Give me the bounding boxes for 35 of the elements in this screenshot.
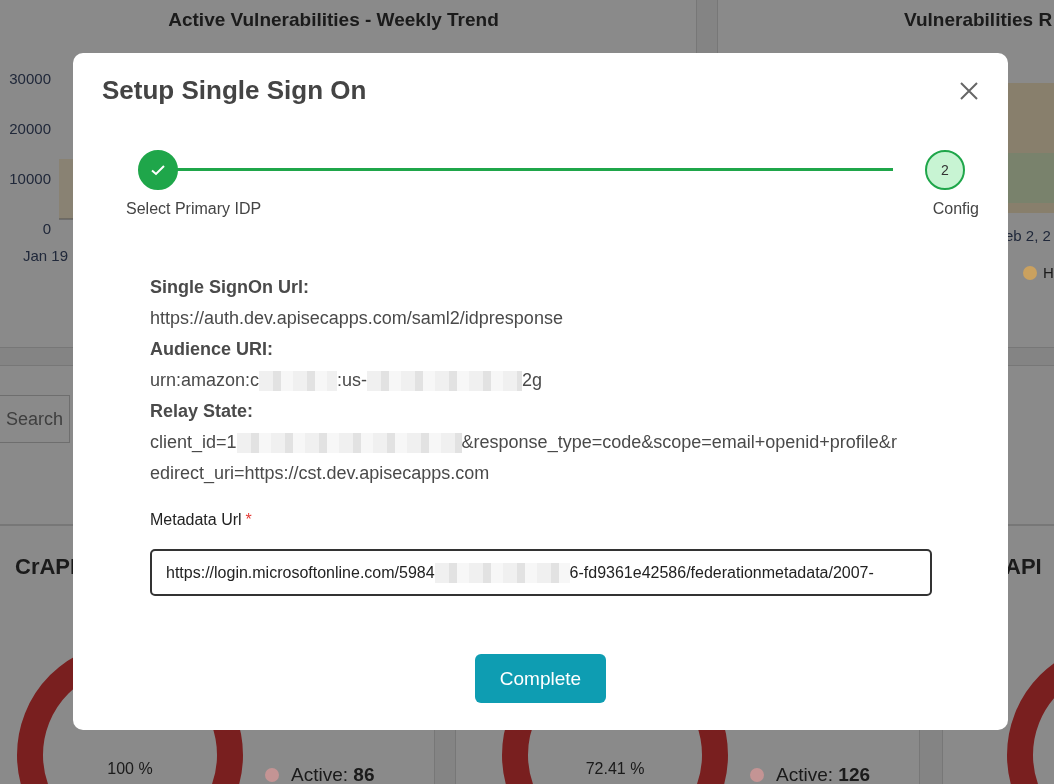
field-label: Audience URI: bbox=[150, 338, 274, 361]
value-text: https://auth.dev.apisecapps.com/saml2/idpresponse bbox=[150, 308, 563, 328]
legend-label: Active: 126 bbox=[776, 764, 870, 784]
card-title: Vulnerabilities R bbox=[904, 8, 1053, 31]
axis-tick-label: 30000 bbox=[9, 69, 51, 89]
value-text: urn:amazon:c bbox=[150, 370, 260, 390]
close-icon bbox=[959, 80, 979, 101]
value-text: client_id=1 bbox=[150, 432, 237, 452]
field-label: Metadata Url bbox=[150, 511, 242, 529]
axis-tick-label: 10000 bbox=[9, 169, 51, 189]
check-icon bbox=[150, 162, 166, 178]
axis-tick-label: 20000 bbox=[9, 119, 51, 139]
legend-label: H bbox=[1043, 264, 1054, 281]
step-number: 2 bbox=[941, 162, 949, 178]
card-title: Active Vulnerabilities - Weekly Trend bbox=[168, 8, 499, 31]
field-label: Relay State: bbox=[150, 400, 255, 423]
percent-label: 72.41 % bbox=[584, 760, 646, 778]
value-text: https://login.microsoftonline.com/5984 bbox=[166, 563, 435, 582]
search-field[interactable]: Search bbox=[0, 395, 70, 443]
value-text: 6-fd9361e42586/federationmetadata/2007- bbox=[569, 563, 874, 582]
value-text: 2g bbox=[522, 370, 543, 390]
required-mark: * bbox=[245, 511, 252, 529]
card-title: API bbox=[1005, 554, 1042, 580]
value-text: &response_type=code&scope=email+openid+profile&r bbox=[461, 432, 897, 452]
percent-label: 100 % bbox=[106, 760, 154, 778]
step-label: Select Primary IDP bbox=[126, 200, 262, 218]
axis-tick-label: Jan 19 bbox=[23, 247, 69, 264]
metadata-url-field[interactable]: https://login.microsoftonline.com/5984 6-fd9361e42586/federationmetadata/2007- bbox=[150, 549, 932, 596]
step-label: Config bbox=[932, 200, 979, 218]
field-label: Single SignOn Url: bbox=[150, 276, 310, 299]
dialog-title: Setup Single Sign On bbox=[102, 75, 367, 106]
value-text: edirect_uri=https://cst.dev.apisecapps.com bbox=[150, 462, 490, 486]
axis-tick-label: 0 bbox=[42, 219, 51, 239]
legend-label: Active: 86 bbox=[291, 764, 375, 784]
value-text: :us- bbox=[337, 370, 368, 390]
